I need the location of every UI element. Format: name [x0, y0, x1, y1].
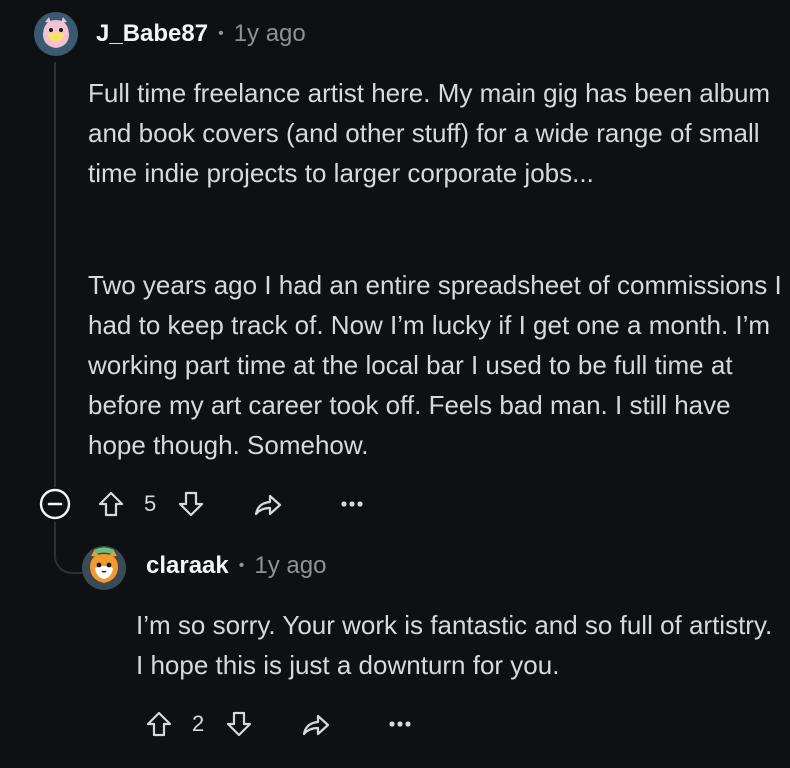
comment-meta: J_Babe87 • 1y ago: [96, 20, 306, 48]
avatar[interactable]: [82, 546, 126, 590]
downvote-icon: [178, 491, 204, 517]
share-icon: [254, 494, 282, 516]
vote-count: 5: [144, 491, 157, 516]
upvote-icon: [146, 711, 172, 737]
vote-count: 2: [192, 711, 205, 736]
upvote-button[interactable]: [94, 487, 128, 521]
downvote-icon: [226, 711, 252, 737]
separator-dot: •: [218, 25, 224, 42]
username[interactable]: J_Babe87: [96, 20, 208, 48]
comment-body-paragraph: Two years ago I had an entire spreadshee…: [88, 265, 790, 465]
comment-text: Full time freelance artist here. My main…: [88, 78, 771, 188]
reply-body: I’m so sorry. Your work is fantastic and…: [136, 605, 776, 685]
upvote-button[interactable]: [142, 707, 176, 741]
collapse-button[interactable]: [39, 488, 71, 520]
share-button[interactable]: [298, 708, 334, 742]
timestamp[interactable]: 1y ago: [254, 552, 326, 580]
username[interactable]: claraak: [146, 552, 229, 580]
separator-dot: •: [238, 557, 245, 574]
comment-body-paragraph: Full time freelance artist here. My main…: [88, 73, 788, 193]
downvote-button[interactable]: [222, 707, 256, 741]
avatar[interactable]: [34, 12, 78, 56]
collapse-icon: [39, 488, 71, 520]
more-icon: [341, 501, 363, 507]
reply-meta: claraak • 1y ago: [146, 552, 326, 580]
share-icon: [302, 714, 330, 736]
share-button[interactable]: [250, 488, 286, 522]
comment-text: Two years ago I had an entire spreadshee…: [88, 270, 782, 460]
timestamp[interactable]: 1y ago: [234, 20, 306, 48]
reply-text: I’m so sorry. Your work is fantastic and…: [136, 610, 773, 680]
upvote-icon: [98, 491, 124, 517]
more-options-button[interactable]: [336, 492, 368, 516]
more-icon: [389, 721, 411, 727]
more-options-button[interactable]: [384, 712, 416, 736]
downvote-button[interactable]: [174, 487, 208, 521]
thread-line[interactable]: [54, 62, 56, 487]
